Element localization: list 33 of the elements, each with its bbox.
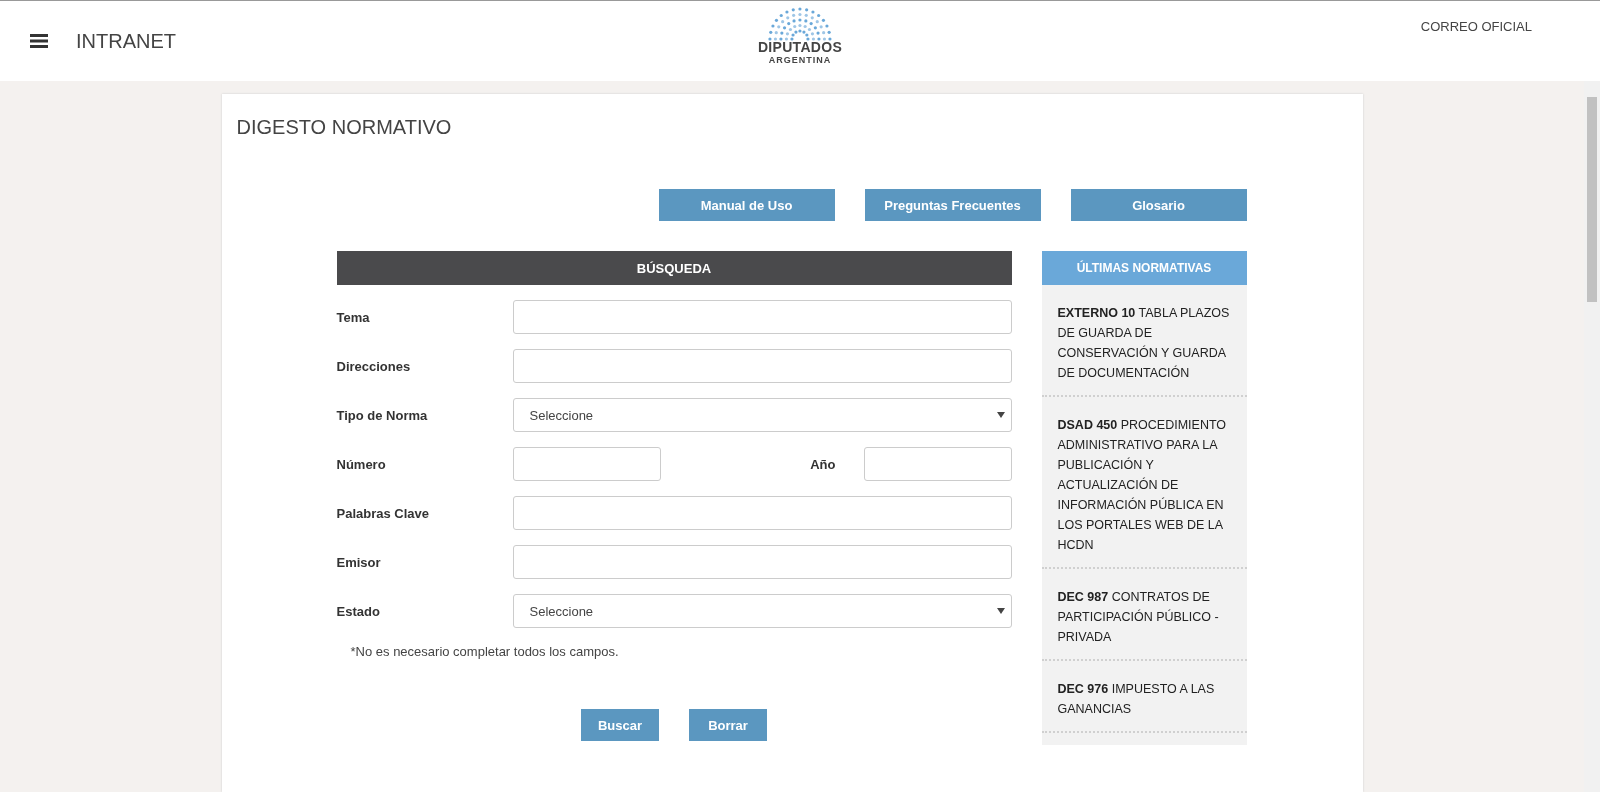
text-field[interactable] (512, 545, 1012, 579)
field-label: Direcciones (336, 358, 412, 374)
menu-icon[interactable] (30, 34, 48, 48)
latest-item-link[interactable]: EXTERNO 10 TABLA PLAZOS DE GUARDA DE CONSERVACIÓN Y GUARDA DE DOCUMENTACIÓN (1041, 285, 1247, 397)
form-note: *No es necesario completar todos los campos. (350, 644, 620, 659)
logo-subtitle: ARGENTINA (768, 55, 832, 65)
field-label: Tema (336, 309, 371, 325)
latest-item-link[interactable]: DSAD 450 PROCEDIMIENTO ADMINISTRATIVO PARA LA PUBLICACIÓN Y ACTUALIZACIÓN DE INFORMACIÓN PÚBLICA EN LOS PORTALES WEB DE LA HCDN (1041, 397, 1247, 569)
field-label: Año (809, 456, 837, 472)
dotted-arc-logo-icon (766, 7, 834, 41)
logo-title: DIPUTADOS (757, 39, 843, 55)
text-field[interactable] (512, 496, 1012, 530)
scrollbar-thumb[interactable] (1587, 97, 1597, 302)
field-label: Palabras Clave (336, 505, 430, 521)
search-header: BÚSQUEDA (336, 251, 1012, 285)
latest-item-link[interactable]: DEC 976 IMPUESTO A LAS GANANCIAS (1041, 661, 1247, 733)
text-field[interactable] (512, 349, 1012, 383)
intranet-label[interactable]: INTRANET (76, 29, 176, 53)
caret-down-icon (996, 608, 1005, 614)
latest-header: ÚLTIMAS NORMATIVAS (1041, 251, 1247, 285)
select-dropdown[interactable]: Seleccione (512, 398, 1012, 432)
select-dropdown[interactable]: Seleccione (512, 594, 1012, 628)
text-field[interactable] (512, 300, 1012, 334)
field-label: Número (336, 456, 387, 472)
field-label: Tipo de Norma (336, 407, 429, 423)
caret-down-icon (996, 412, 1005, 418)
field-label: Emisor (336, 554, 382, 570)
field-label: Estado (336, 603, 381, 619)
page-title: DIGESTO NORMATIVO (236, 116, 453, 139)
latest-item-link[interactable]: DEC 987 CONTRATOS DE PARTICIPACIÓN PÚBLICO - PRIVADA (1041, 569, 1247, 661)
text-field[interactable] (512, 447, 661, 481)
text-field[interactable] (863, 447, 1012, 481)
mail-link[interactable]: CORREO OFICIAL (1420, 19, 1532, 34)
